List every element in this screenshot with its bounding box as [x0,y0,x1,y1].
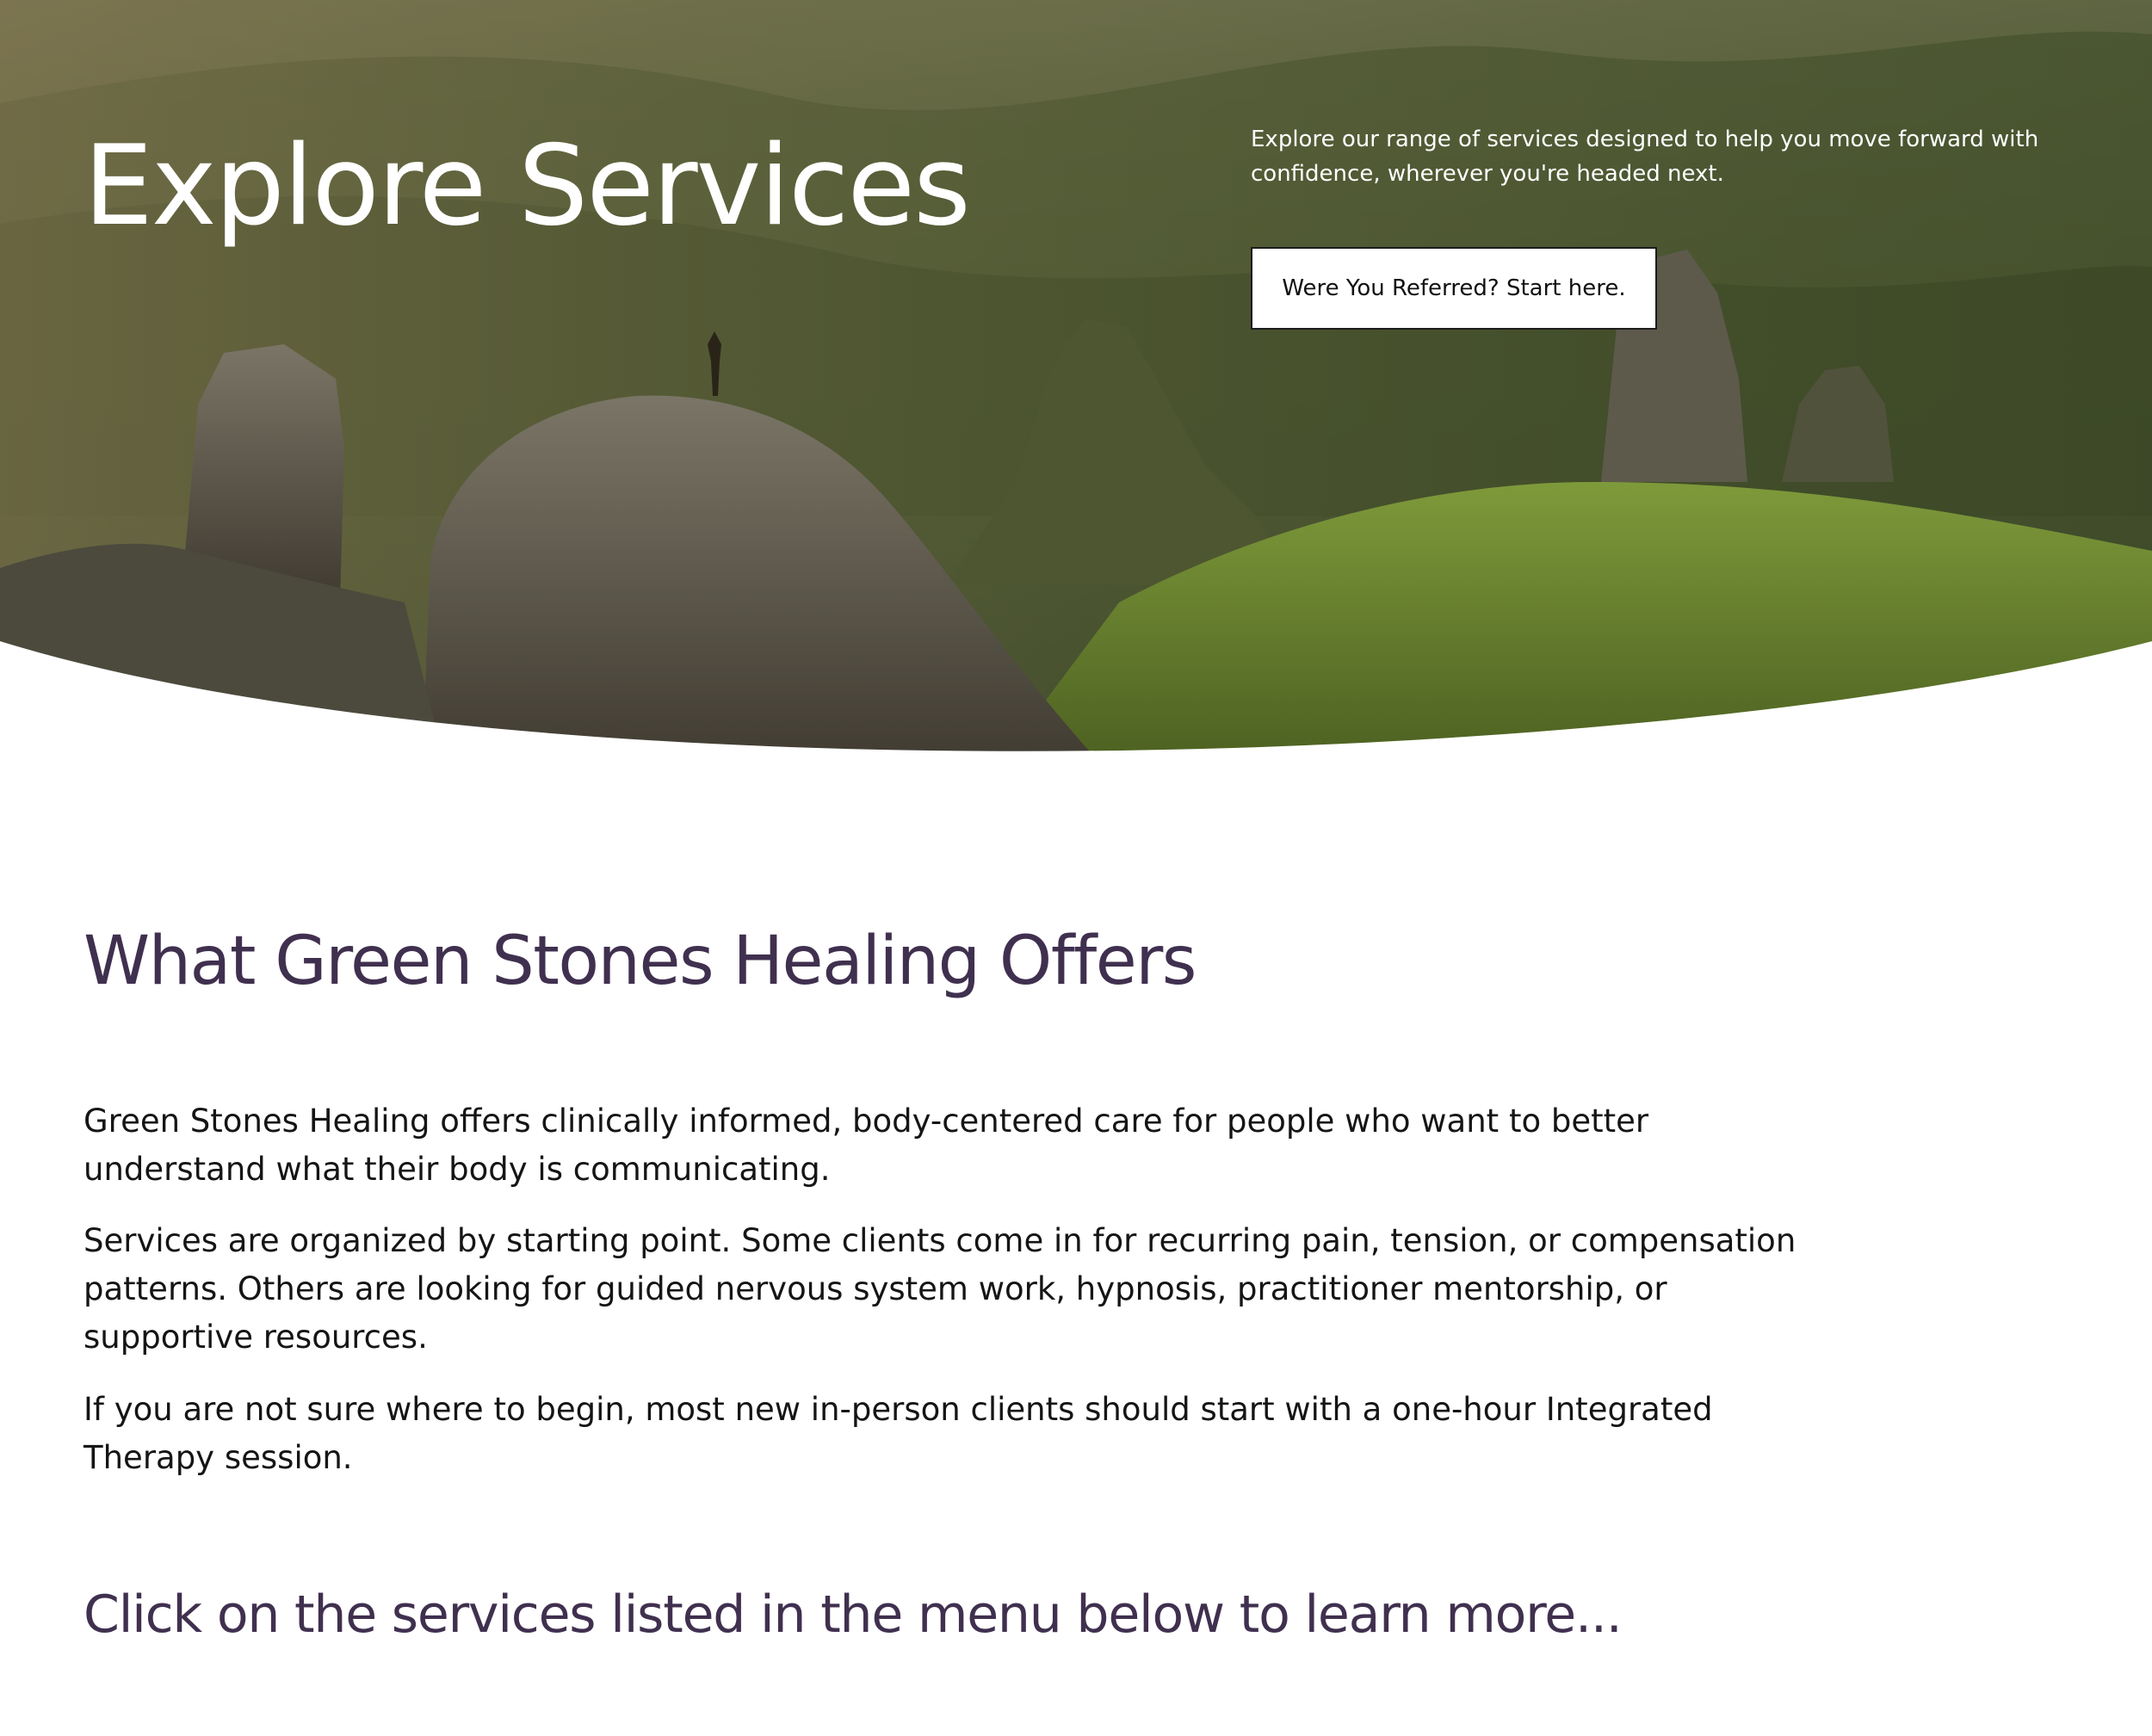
page: Explore Services Explore our range of se… [0,0,2152,1736]
hero-description: Explore our range of services designed t… [1251,127,2039,187]
page-title: Explore Services [83,122,971,250]
referral-start-button[interactable]: Were You Referred? Start here. [1251,247,1657,330]
offers-heading: What Green Stones Healing Offers [83,923,1197,1000]
offers-paragraph-2: Services are organized by starting point… [83,1222,1796,1356]
hero-banner: Explore Services Explore our range of se… [0,0,2152,775]
offers-paragraph-3: If you are not sure where to begin, most… [83,1391,1713,1476]
services-menu-cta: Click on the services listed in the menu… [83,1585,1623,1645]
hero-landscape-image [0,0,2152,775]
offers-paragraph-1: Green Stones Healing offers clinically i… [83,1103,1649,1188]
